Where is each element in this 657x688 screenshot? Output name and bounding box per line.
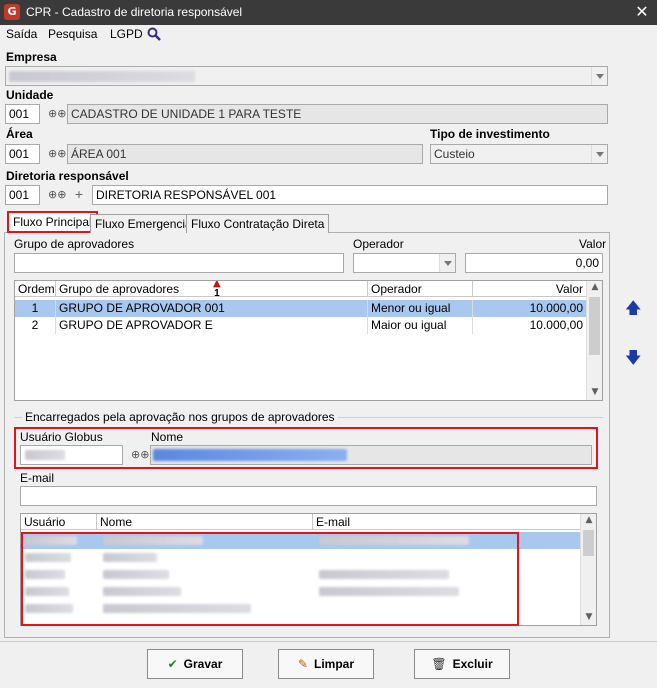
menu-pesquisa[interactable]: Pesquisa (48, 27, 97, 41)
tipo-investimento-select[interactable]: Custeio (430, 144, 608, 164)
column-header-email[interactable]: E-mail (313, 514, 581, 530)
scroll-down-icon[interactable]: ▼ (581, 612, 596, 622)
window-title: CPR - Cadastro de diretoria responsável (26, 5, 243, 19)
scroll-up-icon[interactable]: ▲ (581, 515, 596, 525)
diretoria-label: Diretoria responsável (6, 169, 129, 183)
scroll-down-icon[interactable]: ▼ (587, 387, 602, 397)
tipo-investimento-value: Custeio (434, 147, 475, 161)
binoculars-icon[interactable]: ⊕⊕ (131, 448, 149, 461)
encarregados-group-label: Encarregados pela aprovação nos grupos d… (22, 410, 338, 424)
diretoria-code-input[interactable]: 001 (5, 185, 40, 205)
gravar-button[interactable]: ✔ Gravar (147, 649, 243, 679)
menu-saida[interactable]: Saída (6, 27, 37, 41)
tab-fluxo-principal[interactable]: Fluxo Principal (7, 211, 98, 233)
column-header-ordem[interactable]: Ordem (15, 281, 56, 297)
column-header-valor[interactable]: Valor (473, 281, 587, 297)
grupo-aprovadores-label: Grupo de aprovadores (14, 237, 135, 251)
operador-label: Operador (353, 237, 404, 251)
scroll-up-icon[interactable]: ▲ (587, 282, 602, 292)
footer-divider (0, 641, 657, 642)
scroll-thumb[interactable] (589, 297, 600, 355)
limpar-button[interactable]: ✎ Limpar (278, 649, 374, 679)
app-logo-icon: G (4, 4, 20, 20)
tab-fluxo-emergencial[interactable]: Fluxo Emergencial (90, 214, 200, 233)
column-header-grupo-label: Grupo de aprovadores (59, 282, 180, 296)
cell-operador: Menor ou igual (368, 300, 473, 317)
valor-input[interactable]: 0,00 (465, 253, 603, 273)
sort-indicator: ▲ 1 (213, 281, 221, 299)
unidade-label: Unidade (6, 88, 54, 102)
cell-operador: Maior ou igual (368, 317, 473, 334)
move-up-icon[interactable]: 🡅 (625, 297, 641, 324)
sort-order: 1 (214, 288, 220, 299)
nome-field (150, 445, 592, 465)
area-label: Área (6, 127, 33, 141)
diretoria-name-input[interactable]: DIRETORIA RESPONSÁVEL 001 (92, 185, 608, 205)
area-name-field: ÁREA 001 (67, 144, 423, 164)
column-header-operador[interactable]: Operador (368, 281, 473, 297)
empresa-label: Empresa (6, 50, 57, 64)
email-label: E-mail (20, 471, 55, 485)
title-bar: G CPR - Cadastro de diretoria responsáve… (0, 0, 657, 25)
email-input[interactable] (20, 486, 597, 506)
scroll-thumb[interactable] (583, 530, 594, 556)
brush-icon: ✎ (297, 657, 309, 671)
add-icon[interactable]: + (72, 188, 86, 201)
usuario-value-redacted (25, 450, 65, 460)
chevron-down-icon[interactable] (439, 254, 455, 272)
binoculars-icon[interactable]: ⊕⊕ (48, 188, 66, 201)
unidade-name-field: CADASTRO DE UNIDADE 1 PARA TESTE (67, 104, 608, 124)
empresa-select[interactable] (5, 66, 608, 86)
trash-icon: 🗑 (431, 657, 447, 671)
tipo-investimento-label: Tipo de investimento (430, 127, 550, 141)
valor-label: Valor (579, 237, 607, 251)
chevron-down-icon[interactable] (591, 67, 607, 85)
usuario-globus-input[interactable] (20, 445, 123, 465)
binoculars-icon[interactable]: ⊕⊕ (48, 147, 66, 160)
excluir-button[interactable]: 🗑 Excluir (414, 649, 510, 679)
cell-valor: 10.000,00 (473, 300, 587, 317)
move-down-icon[interactable]: 🡇 (625, 347, 641, 374)
nome-value-redacted (153, 449, 347, 461)
area-code-input[interactable]: 001 (5, 144, 40, 164)
nome-label: Nome (151, 430, 184, 444)
cell-ordem: 1 (15, 300, 56, 317)
excluir-button-label: Excluir (452, 657, 493, 671)
tab-fluxo-contratacao-direta[interactable]: Fluxo Contratação Direta (186, 214, 330, 233)
users-table-highlight (21, 532, 519, 626)
column-header-grupo[interactable]: Grupo de aprovadores ▲ 1 (56, 281, 368, 299)
menu-lgpd[interactable]: LGPD (110, 27, 143, 41)
operador-select[interactable] (353, 253, 456, 273)
close-icon[interactable]: ✕ (631, 2, 653, 22)
unidade-code-input[interactable]: 001 (5, 104, 40, 124)
chevron-down-icon[interactable] (591, 145, 607, 163)
cell-grupo: GRUPO DE APROVADOR E (56, 317, 368, 334)
limpar-button-label: Limpar (314, 657, 355, 671)
empresa-value-redacted (9, 71, 195, 82)
cell-ordem: 2 (15, 317, 56, 334)
cell-grupo: GRUPO DE APROVADOR 001 (56, 300, 368, 317)
cell-valor: 10.000,00 (473, 317, 587, 334)
check-icon: ✔ (167, 657, 178, 671)
grupo-aprovadores-input[interactable] (14, 253, 344, 273)
binoculars-icon[interactable]: ⊕⊕ (48, 107, 66, 120)
column-header-nome[interactable]: Nome (97, 514, 313, 530)
usuario-globus-label: Usuário Globus (20, 430, 103, 444)
search-icon[interactable] (147, 27, 161, 41)
groups-table-scrollbar[interactable]: ▲ ▼ (586, 281, 602, 400)
column-header-usuario[interactable]: Usuário (21, 514, 97, 530)
users-table-scrollbar[interactable]: ▲ ▼ (580, 514, 596, 625)
gravar-button-label: Gravar (183, 657, 223, 671)
groups-table: Ordem Grupo de aprovadores ▲ 1 Operador V… (14, 280, 603, 401)
